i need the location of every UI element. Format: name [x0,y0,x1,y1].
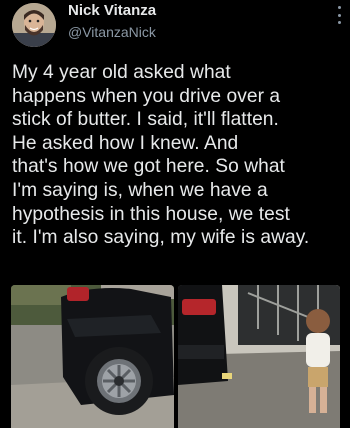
photo-grid [11,285,340,428]
tweet-header: Nick Vitanza @VitanzaNick [0,0,350,52]
more-vertical-icon[interactable] [336,6,342,24]
photo-car-rear[interactable] [11,285,174,428]
avatar[interactable] [12,3,56,47]
photo-child-looking-at-car[interactable] [178,285,340,428]
tweet-text: My 4 year old asked what happens when yo… [12,62,310,249]
user-handle[interactable]: @VitanzaNick [68,24,156,40]
display-name[interactable]: Nick Vitanza [68,2,156,19]
